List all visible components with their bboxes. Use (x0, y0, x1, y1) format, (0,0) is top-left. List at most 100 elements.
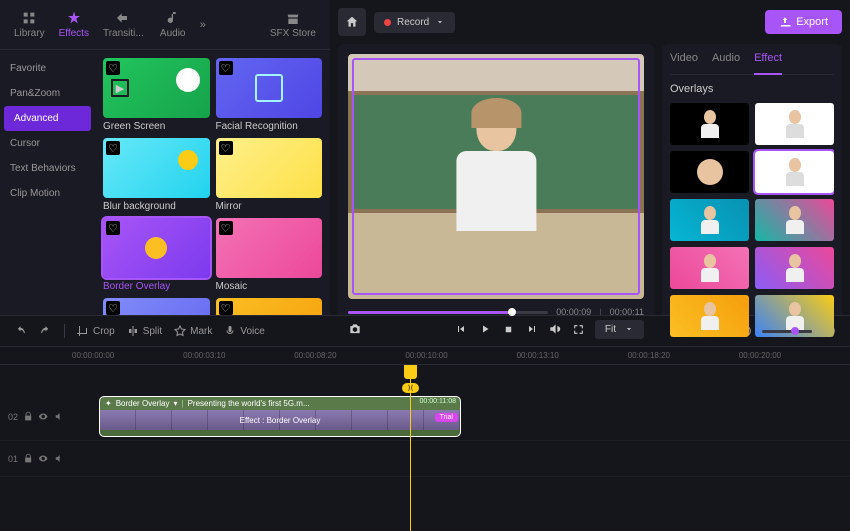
tab-sfx-store[interactable]: SFX Store (264, 6, 322, 43)
track-body[interactable] (72, 441, 850, 476)
snapshot-button[interactable] (348, 322, 362, 336)
record-button[interactable]: Record (374, 12, 455, 33)
timeline: Crop Split Mark Voice 00:00:00:00 00:00:… (0, 315, 850, 531)
fullscreen-icon (572, 323, 585, 336)
stop-icon (503, 324, 514, 335)
play-icon (479, 323, 491, 335)
overlay-option[interactable] (670, 151, 749, 193)
properties-panel: Video Audio Effect Overlays (662, 44, 842, 345)
tab-library[interactable]: Library (8, 6, 51, 43)
undo-icon (14, 325, 27, 338)
store-icon (285, 10, 301, 26)
redo-button[interactable] (39, 325, 52, 338)
eye-icon[interactable] (38, 411, 48, 422)
fit-select[interactable]: Fit (595, 320, 644, 339)
overlay-option-selected[interactable] (755, 151, 834, 193)
effect-mosaic[interactable]: ♡ Mosaic (216, 218, 323, 292)
overlay-option[interactable] (670, 199, 749, 241)
sidebar-item-text-behaviors[interactable]: Text Behaviors (0, 156, 95, 181)
prop-tab-video[interactable]: Video (670, 52, 698, 68)
favorite-icon[interactable]: ♡ (219, 221, 233, 235)
track-01: 01 (0, 441, 850, 477)
home-button[interactable] (338, 8, 366, 36)
mark-button[interactable]: Mark (174, 325, 212, 337)
favorite-icon[interactable]: ♡ (106, 301, 120, 315)
home-icon (345, 15, 359, 29)
favorite-icon[interactable]: ♡ (219, 61, 233, 75)
preview-canvas[interactable] (348, 54, 644, 299)
overlay-option[interactable] (670, 103, 749, 145)
favorite-icon[interactable]: ♡ (219, 301, 233, 315)
overlay-option[interactable] (755, 199, 834, 241)
split-button[interactable]: Split (127, 325, 162, 337)
mute-icon[interactable] (54, 411, 64, 422)
panel-tabs: Library Effects Transiti... Audio » (0, 0, 330, 50)
timeline-clip[interactable]: ✦Border Overlay▾ | Presenting the world'… (100, 397, 460, 436)
overlays-title: Overlays (670, 83, 834, 95)
favorite-icon[interactable]: ♡ (106, 221, 120, 235)
audio-icon (165, 10, 181, 26)
sidebar-item-panzoom[interactable]: Pan&Zoom (0, 81, 95, 106)
effects-icon (66, 10, 82, 26)
timeline-ruler[interactable]: 00:00:00:00 00:00:03:10 00:00:08:20 00:0… (0, 347, 850, 365)
redo-icon (39, 325, 52, 338)
fullscreen-button[interactable] (572, 323, 585, 336)
transitions-icon (115, 10, 131, 26)
sidebar-item-advanced[interactable]: Advanced (4, 106, 91, 131)
effects-grid: ♡▶ Green Screen ♡ Facial Recognition ♡ B… (95, 50, 330, 315)
voice-button[interactable]: Voice (224, 325, 264, 337)
crop-icon (77, 325, 89, 337)
play-button[interactable] (479, 323, 491, 335)
effect-blur-background[interactable]: ♡ Blur background (103, 138, 210, 212)
prop-tab-effect[interactable]: Effect (754, 52, 782, 75)
favorite-icon[interactable]: ♡ (106, 141, 120, 155)
favorite-icon[interactable]: ♡ (219, 141, 233, 155)
sidebar-item-favorite[interactable]: Favorite (0, 56, 95, 81)
overlay-option[interactable] (670, 247, 749, 289)
lock-icon[interactable] (23, 453, 33, 464)
chevron-down-icon (624, 324, 634, 334)
stop-button[interactable] (503, 324, 514, 335)
prev-frame-button[interactable] (455, 323, 467, 335)
effect-mirror[interactable]: ♡ Mirror (216, 138, 323, 212)
sidebar-item-cursor[interactable]: Cursor (0, 131, 95, 156)
tab-transitions[interactable]: Transiti... (97, 6, 150, 43)
track-02: 02 ✦Border Overlay▾ | Presenting the wor… (0, 393, 850, 441)
effects-panel: Library Effects Transiti... Audio » (0, 0, 330, 315)
mute-icon[interactable] (54, 453, 64, 464)
overlay-option[interactable] (755, 247, 834, 289)
track-number: 02 (8, 412, 18, 422)
tab-audio[interactable]: Audio (152, 6, 194, 43)
volume-button[interactable] (548, 322, 562, 336)
eye-icon[interactable] (38, 453, 48, 464)
lock-icon[interactable] (23, 411, 33, 422)
seek-slider[interactable] (348, 311, 548, 314)
undo-button[interactable] (14, 325, 27, 338)
export-button[interactable]: Export (765, 10, 842, 34)
mark-icon (174, 325, 186, 337)
library-icon (21, 10, 37, 26)
next-frame-button[interactable] (526, 323, 538, 335)
zoom-slider[interactable] (762, 330, 812, 333)
track-body[interactable]: ✦Border Overlay▾ | Presenting the world'… (72, 393, 850, 440)
overlay-option[interactable] (755, 103, 834, 145)
effect-border-overlay[interactable]: ♡ Border Overlay (103, 218, 210, 292)
effect-item[interactable]: ♡ (103, 298, 210, 315)
chevron-down-icon (435, 17, 445, 27)
effect-facial-recognition[interactable]: ♡ Facial Recognition (216, 58, 323, 132)
overlay-option[interactable] (670, 295, 749, 337)
crop-button[interactable]: Crop (77, 325, 115, 337)
trial-badge: Trial (435, 413, 458, 422)
playhead[interactable]: ⟩⟨ (410, 365, 411, 531)
preview-player: 00:00:09 | 00:00:11 Fit (338, 44, 654, 345)
tabs-more[interactable]: » (196, 19, 210, 31)
sidebar-item-clip-motion[interactable]: Clip Motion (0, 181, 95, 206)
clip-audio-waveform (100, 430, 460, 436)
volume-icon (548, 322, 562, 336)
effect-green-screen[interactable]: ♡▶ Green Screen (103, 58, 210, 132)
tab-effects[interactable]: Effects (53, 6, 95, 43)
favorite-icon[interactable]: ♡ (106, 61, 120, 75)
split-icon (127, 325, 139, 337)
prop-tab-audio[interactable]: Audio (712, 52, 740, 68)
effect-item[interactable]: ♡ (216, 298, 323, 315)
